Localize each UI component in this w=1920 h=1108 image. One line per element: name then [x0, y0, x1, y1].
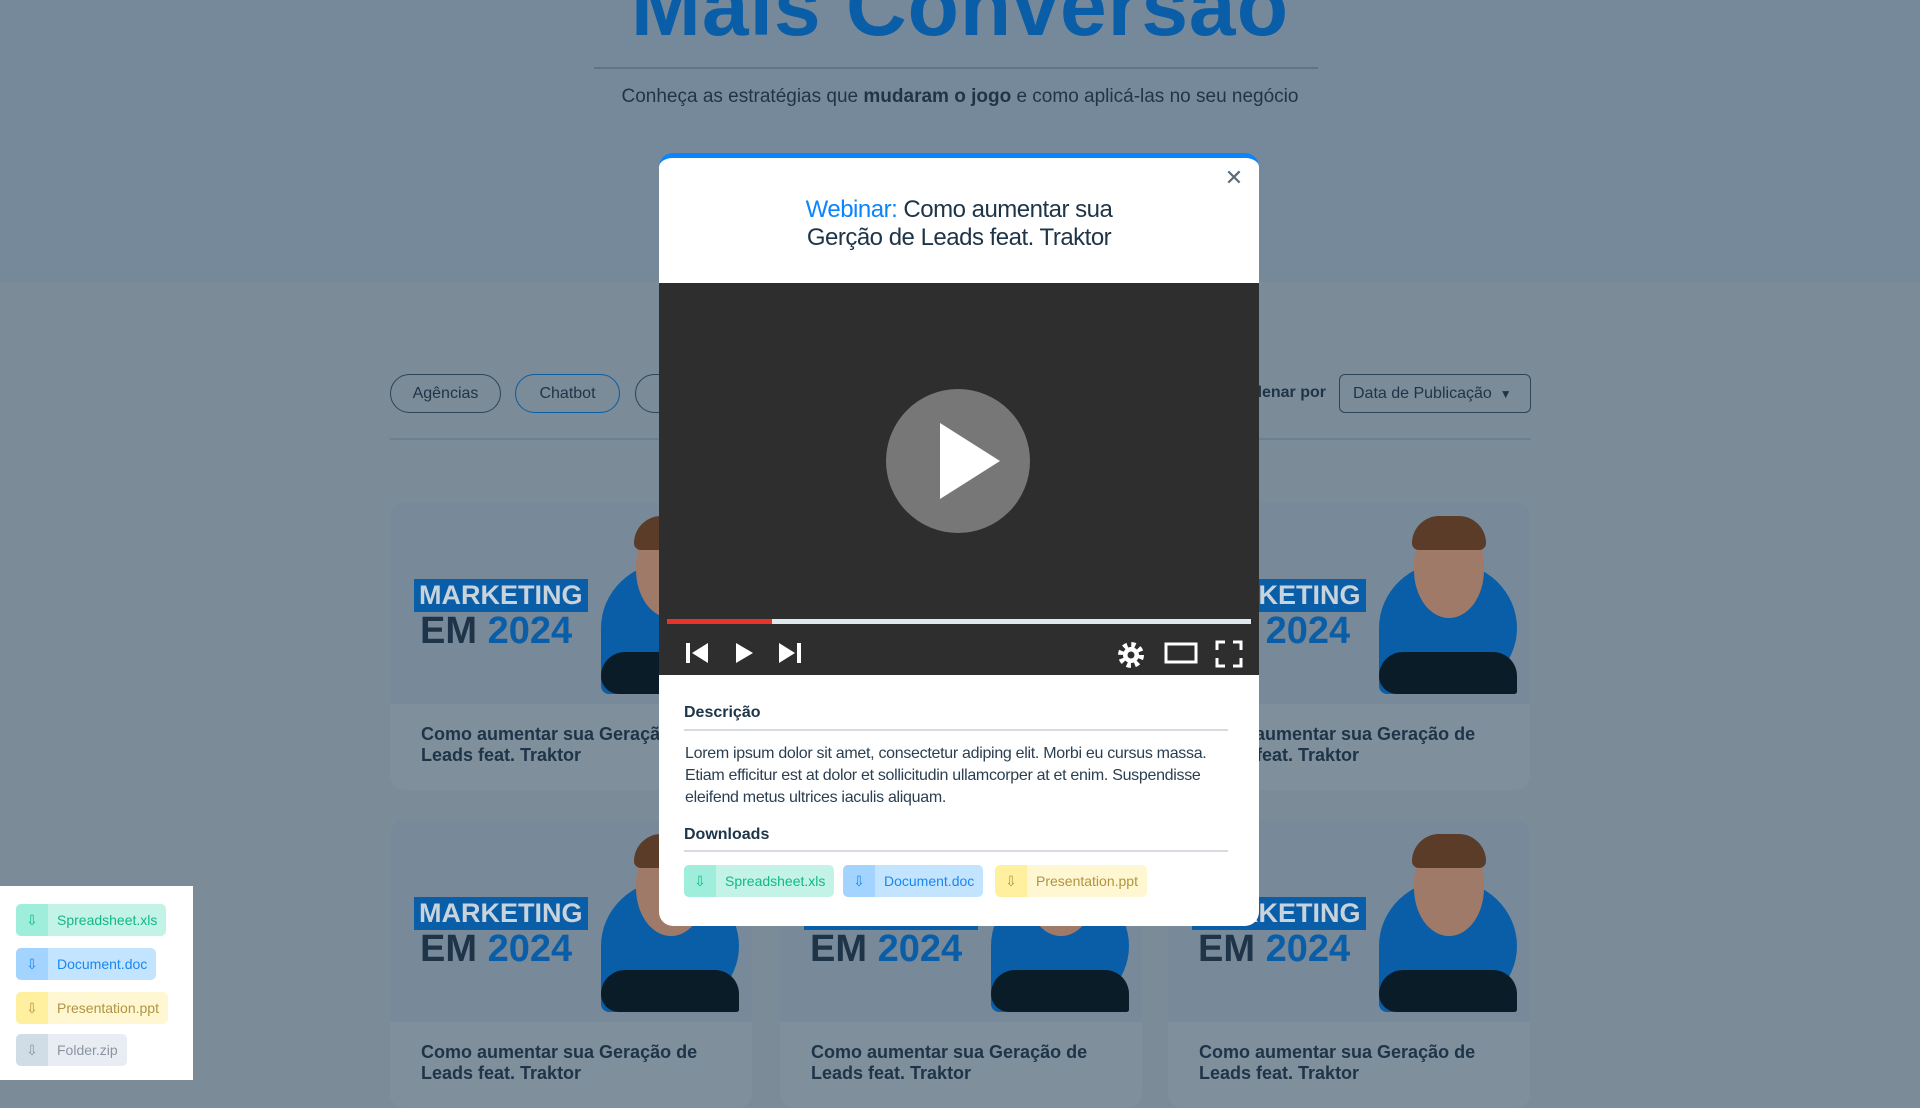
theater-mode-icon[interactable] [1164, 640, 1198, 666]
card-year: EM 2024 [1198, 928, 1350, 971]
description-label: Descrição [684, 704, 761, 721]
card-year: EM 2024 [420, 928, 572, 971]
progress-bar[interactable] [667, 619, 1251, 624]
modal-title: Webinar: Como aumentar sua Gerção de Lead… [659, 196, 1259, 252]
chip-label: Spreadsheet.xls [57, 912, 158, 928]
title-line: Como aumentar sua [897, 196, 1113, 223]
chip-label: Spreadsheet.xls [725, 873, 826, 889]
speaker-shirt [991, 970, 1129, 1012]
card-em: EM [420, 928, 477, 970]
download-folder[interactable]: ⇩ Folder.zip [16, 1034, 127, 1066]
card-year-number: 2024 [1265, 928, 1351, 970]
download-document[interactable]: ⇩ Document.doc [843, 865, 984, 897]
card-year-number: 2024 [487, 610, 573, 652]
title-accent: Webinar: [805, 196, 898, 223]
card-year: EM 2024 [810, 928, 962, 971]
speaker-shirt [1379, 970, 1517, 1012]
card-em: EM [810, 928, 867, 970]
chip-label: Document.doc [57, 956, 148, 972]
card-year: EM 2024 [420, 610, 572, 653]
download-spreadsheet[interactable]: ⇩ Spreadsheet.xls [16, 904, 167, 936]
divider [684, 729, 1228, 731]
card-em: EM [420, 610, 477, 652]
sort-value: Data de Publicação [1353, 384, 1492, 402]
download-presentation[interactable]: ⇩ Presentation.ppt [995, 865, 1147, 897]
chip-label: Document.doc [884, 873, 975, 889]
divider [594, 67, 1318, 69]
page-title: Mais Conversão [630, 0, 1290, 53]
filter-chatbot[interactable]: Chatbot [515, 374, 620, 413]
card-title: Como aumentar sua Geração de Leads feat.… [421, 1042, 698, 1083]
cloud-download-icon: ⇩ [16, 992, 48, 1024]
card-em: EM [1198, 928, 1255, 970]
subtitle-bold: mudaram o jogo [863, 86, 1012, 107]
downloads-label: Downloads [684, 826, 770, 843]
subtitle-text: Conheça as estratégias que [621, 86, 864, 107]
divider [684, 850, 1228, 852]
play-icon[interactable] [731, 640, 757, 666]
title-line: Gerção de Leads feat. Traktor [806, 224, 1112, 251]
cloud-download-icon: ⇩ [684, 865, 716, 897]
downloads-panel: ⇩ Spreadsheet.xls ⇩ Document.doc ⇩ Presenta… [0, 886, 193, 1080]
card-tag: MARKETING [414, 579, 588, 612]
chip-label: Presentation.ppt [1036, 873, 1138, 889]
speaker-hair [1412, 834, 1486, 868]
card-title: Como aumentar sua Geração de Leads feat.… [811, 1042, 1088, 1083]
page-subtitle: Conheça as estratégias que mudaram o jog… [0, 86, 1920, 108]
skip-next-icon[interactable] [777, 640, 803, 666]
sort-dropdown[interactable]: Data de Publicação ▼ [1339, 374, 1531, 413]
cloud-download-icon: ⇩ [995, 865, 1027, 897]
download-spreadsheet[interactable]: ⇩ Spreadsheet.xls [684, 865, 835, 897]
cloud-download-icon: ⇩ [16, 1034, 48, 1066]
close-icon[interactable]: ✕ [1224, 167, 1244, 189]
webinar-modal: Webinar: Como aumentar sua Gerção de Lead… [659, 153, 1259, 926]
card-year-number: 2024 [877, 928, 963, 970]
fullscreen-icon[interactable] [1215, 640, 1243, 668]
speaker-shirt [1379, 652, 1517, 694]
chip-label: Presentation.ppt [57, 1000, 159, 1016]
card-year-number: 2024 [487, 928, 573, 970]
card-year-number: 2024 [1265, 610, 1351, 652]
play-big-icon[interactable] [886, 389, 1030, 533]
speaker-hair [1412, 516, 1486, 550]
download-document[interactable]: ⇩ Document.doc [16, 948, 157, 980]
filter-agencias[interactable]: Agências [390, 374, 501, 413]
subtitle-text: e como aplicá-las no seu negócio [1011, 86, 1299, 107]
description-text: Lorem ipsum dolor sit amet, consectetur … [685, 745, 1207, 806]
cloud-download-icon: ⇩ [16, 904, 48, 936]
download-presentation[interactable]: ⇩ Presentation.ppt [16, 992, 168, 1024]
speaker-shirt [601, 970, 739, 1012]
card-title: Como aumentar sua Geração de Leads feat.… [1199, 1042, 1476, 1083]
card-tag: MARKETING [414, 897, 588, 930]
cloud-download-icon: ⇩ [843, 865, 875, 897]
cloud-download-icon: ⇩ [16, 948, 48, 980]
video-player[interactable] [659, 283, 1259, 675]
settings-gear-icon[interactable] [1116, 640, 1146, 670]
progress-fill [667, 619, 773, 624]
skip-previous-icon[interactable] [684, 640, 710, 666]
caret-down-icon: ▼ [1499, 386, 1512, 401]
chip-label: Folder.zip [57, 1042, 118, 1058]
